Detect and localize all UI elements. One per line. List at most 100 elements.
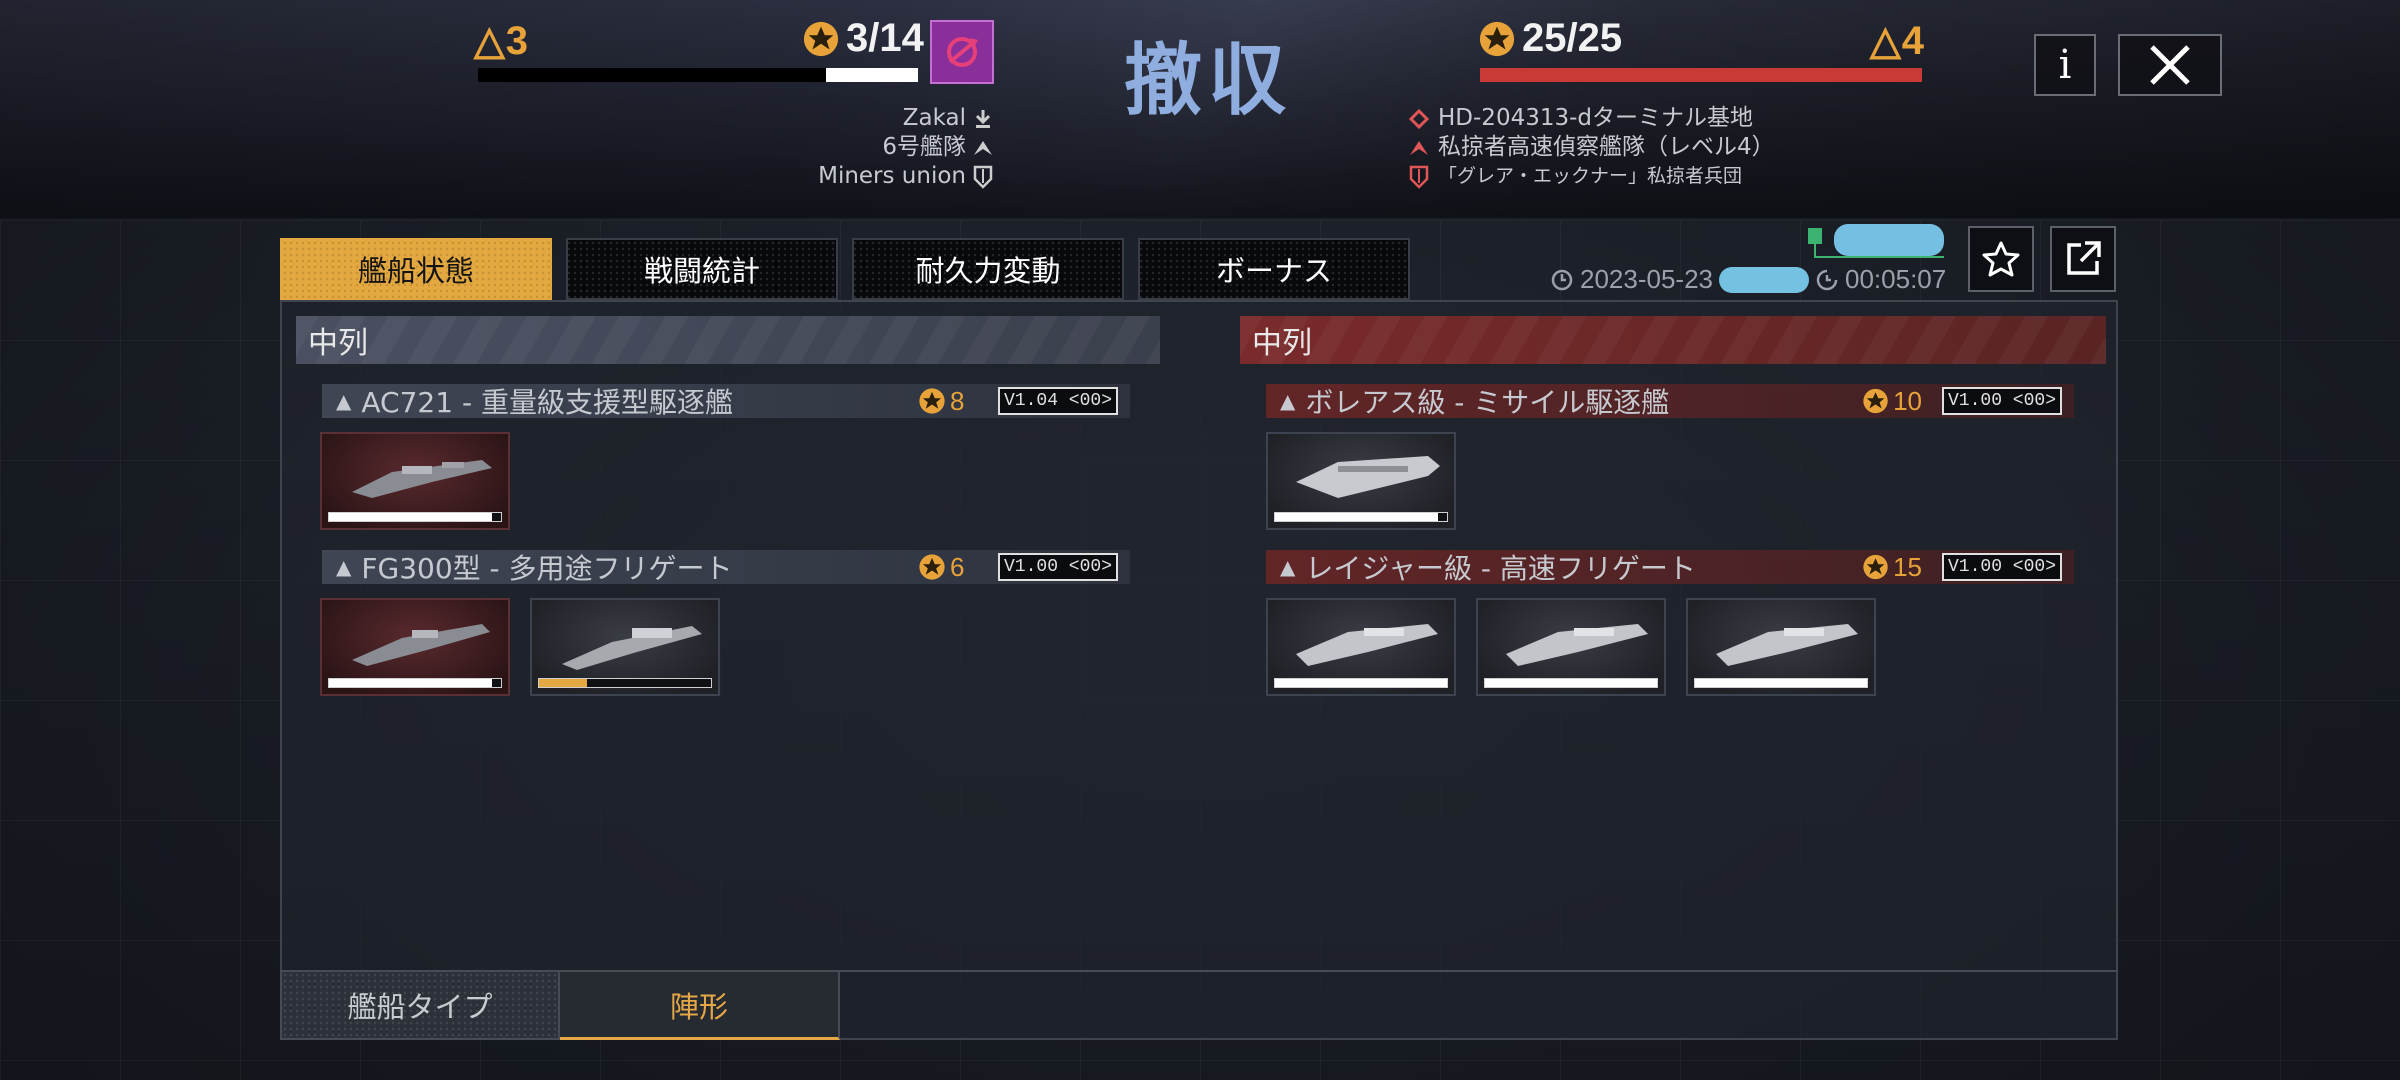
right-hp-bar [1480, 68, 1922, 82]
ship-hp-bar [1694, 678, 1868, 688]
ship-group-name: FG300型 - 多用途フリゲート [361, 552, 733, 585]
player-fleet-info: Zakal 6号艦隊 Miners union [818, 104, 994, 191]
destroyer-ship-icon [352, 460, 492, 498]
tab-combat-stats[interactable]: 戦闘統計 [566, 238, 838, 300]
ship-group-row[interactable]: ▲ AC721 - 重量級支援型駆逐艦 8 V1.04 <00> [322, 384, 1130, 419]
info-button[interactable]: i [2034, 34, 2096, 96]
ship-hp-bar [1274, 512, 1448, 522]
ship-count: 8 [918, 386, 978, 417]
ship-hp-fill [1275, 513, 1439, 521]
ship-class-icon: ▲ [336, 389, 352, 413]
battle-date: 2023-05-23 [1580, 264, 1713, 294]
right-fleet-score: 25/25 [1478, 16, 1622, 61]
ship-class-icon: ▲ [1280, 555, 1296, 579]
fast-frigate-icon [1506, 624, 1648, 666]
favorite-button[interactable] [1968, 226, 2034, 292]
location-diamond-icon [1408, 108, 1430, 130]
bottom-divider [840, 970, 2118, 972]
ship-group-row[interactable]: ▲ レイジャー級 - 高速フリゲート 15 V1.00 <00> [1266, 550, 2074, 585]
close-button[interactable] [2118, 34, 2222, 96]
ship-card[interactable] [1266, 432, 1456, 530]
ship-group-name: レイジャー級 - 高速フリゲート [1305, 552, 1696, 585]
ship-count-value: 8 [950, 385, 965, 416]
tab-bonus[interactable]: ボーナス [1138, 238, 1410, 300]
enemy-fleet-chevron-icon [1408, 137, 1430, 159]
ship-hp-bar [1484, 678, 1658, 688]
ship-hp-fill [539, 679, 588, 687]
frigate-ship-icon [562, 626, 702, 670]
battle-report-header: △3 3/14 撤収 25/25 △4 Zakal 6号艦隊 Miners un… [0, 0, 2400, 218]
fleet-badge-icon [1863, 388, 1888, 414]
fleet-chevron-icon [972, 137, 994, 159]
ship-hp-bar [1274, 678, 1448, 688]
right-score-value: 25/25 [1522, 16, 1623, 60]
ship-card[interactable] [1266, 598, 1456, 696]
ship-hp-bar [328, 512, 502, 522]
enemy-fleet-info: HD-204313-dターミナル基地 私掠者高速偵察艦隊（レベル4） 「グレア・… [1408, 104, 1775, 191]
ship-card[interactable] [1686, 598, 1876, 696]
fleet-badge-icon [803, 21, 839, 56]
ship-hp-fill [1695, 679, 1867, 687]
ship-count: 10 [1862, 386, 1922, 417]
left-fleet-score: 3/14 [802, 16, 924, 61]
tab-durability-change[interactable]: 耐久力変動 [852, 238, 1124, 300]
fast-frigate-icon [1716, 624, 1858, 666]
enemy-column-header: 中列 [1240, 316, 2106, 364]
enemy-faction-icon [1408, 165, 1430, 189]
ship-version-badge[interactable]: V1.00 <00> [998, 553, 1118, 581]
ship-class-icon: ▲ [1280, 389, 1296, 413]
left-score-value: 3/14 [846, 16, 924, 60]
ship-count-value: 15 [1893, 551, 1922, 582]
left-fleet-tier: △3 [474, 19, 530, 63]
ship-hp-fill [1275, 679, 1447, 687]
player-column-header: 中列 [296, 316, 1160, 364]
ship-card[interactable] [1476, 598, 1666, 696]
retreat-status-icon [930, 20, 994, 84]
duration-icon [1816, 269, 1838, 290]
player-name: Zakal [902, 105, 966, 131]
fleet-badge-icon [919, 388, 945, 414]
tab-formation[interactable]: 陣形 [560, 970, 840, 1040]
share-icon [2067, 241, 2101, 275]
missile-destroyer-icon [1296, 456, 1440, 498]
ship-version-badge[interactable]: V1.00 <00> [1942, 553, 2062, 581]
star-icon [1982, 241, 2020, 277]
ship-card[interactable] [530, 598, 720, 696]
enemy-faction-name: 「グレア・エックナー」私掠者兵団 [1438, 165, 1743, 187]
fleet-badge-icon [1479, 21, 1515, 56]
report-tabs: 艦船状態 戦闘統計 耐久力変動 ボーナス [280, 238, 1410, 300]
ship-group-name: ボレアス級 - ミサイル駆逐艦 [1305, 386, 1670, 419]
battle-duration: 00:05:07 [1845, 264, 1947, 294]
ship-card[interactable] [320, 598, 510, 696]
fleet-badge-icon [919, 554, 945, 580]
player-status-flag [1808, 228, 1822, 244]
ship-hp-fill [329, 513, 493, 521]
fast-frigate-icon [1296, 624, 1438, 666]
redacted-text [1834, 224, 1944, 256]
ship-count: 6 [918, 552, 978, 583]
fleet-badge-icon [1863, 554, 1888, 580]
player-rank-icon [972, 108, 994, 130]
share-button[interactable] [2050, 226, 2116, 292]
ship-class-icon: ▲ [336, 555, 352, 579]
battle-datetime: 2023-05-23 00:05:07 [1550, 264, 1946, 295]
tab-ship-status[interactable]: 艦船状態 [280, 238, 552, 300]
battle-result-title: 撤収 [1124, 35, 1293, 126]
ship-hp-fill [329, 679, 493, 687]
ship-hp-fill [1485, 679, 1657, 687]
clock-icon [1551, 269, 1573, 290]
ship-version-badge[interactable]: V1.04 <00> [998, 387, 1118, 415]
redacted-time [1719, 266, 1809, 293]
ship-count-value: 6 [950, 551, 965, 582]
ship-version-badge[interactable]: V1.00 <00> [1942, 387, 2062, 415]
view-mode-tabs: 艦船タイプ 陣形 [280, 970, 840, 1040]
ship-group-row[interactable]: ▲ ボレアス級 - ミサイル駆逐艦 10 V1.00 <00> [1266, 384, 2074, 419]
ship-group-row[interactable]: ▲ FG300型 - 多用途フリゲート 6 V1.00 <00> [322, 550, 1130, 585]
enemy-fleet-name: 私掠者高速偵察艦隊（レベル4） [1438, 134, 1775, 160]
ship-group-name: AC721 - 重量級支援型駆逐艦 [361, 386, 733, 419]
player-fleet-name: 6号艦隊 [882, 134, 966, 160]
ship-card[interactable] [320, 432, 510, 530]
tab-ship-type[interactable]: 艦船タイプ [280, 970, 560, 1040]
right-fleet-tier: △4 [1870, 19, 1926, 63]
ship-count-value: 10 [1893, 385, 1922, 416]
